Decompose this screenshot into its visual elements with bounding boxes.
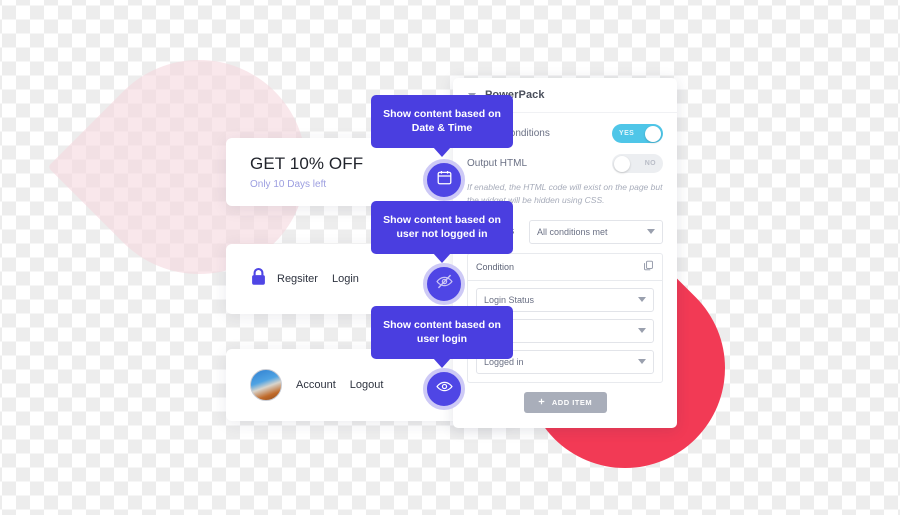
chevron-down-icon bbox=[638, 297, 646, 302]
chevron-down-icon bbox=[638, 359, 646, 364]
register-link[interactable]: Regsiter bbox=[277, 273, 318, 285]
copy-icon[interactable] bbox=[643, 260, 654, 273]
tooltip-line-2: Date & Time bbox=[411, 122, 473, 135]
conditions-match-value: All conditions met bbox=[537, 226, 608, 237]
tooltip-user-login: Show content based on user login bbox=[371, 306, 513, 368]
lock-icon bbox=[250, 267, 267, 291]
feature-badge-not-logged-in[interactable] bbox=[423, 263, 465, 305]
conditions-match-select[interactable]: All conditions met bbox=[529, 219, 663, 244]
stage: PowerPack Display Conditions YES Output … bbox=[0, 0, 900, 515]
output-html-row: Output HTML NO bbox=[467, 154, 663, 173]
calendar-icon bbox=[436, 169, 453, 191]
toggle-state-label: YES bbox=[619, 130, 635, 137]
condition-type-value: Login Status bbox=[484, 294, 535, 305]
panel-body: Display Conditions YES Output HTML NO If… bbox=[453, 113, 677, 413]
eye-icon bbox=[435, 377, 454, 401]
add-item-label: ADD ITEM bbox=[551, 397, 593, 407]
offer-subtitle: Only 10 Days left bbox=[250, 179, 327, 190]
tooltip-line-1: Show content based on bbox=[383, 319, 501, 331]
guest-links: Regsiter Login bbox=[277, 273, 359, 285]
tooltip-line-1: Show content based on bbox=[383, 108, 501, 120]
tooltip-date-time: Show content based on Date & Time bbox=[371, 95, 513, 157]
add-item-button[interactable]: ADD ITEM bbox=[523, 391, 607, 413]
output-html-label: Output HTML bbox=[467, 158, 528, 169]
plus-icon bbox=[538, 398, 545, 407]
tooltip-line-2: user not logged in bbox=[396, 228, 488, 241]
account-link[interactable]: Account bbox=[296, 379, 336, 391]
member-links: Account Logout bbox=[296, 379, 383, 391]
user-avatar bbox=[250, 369, 282, 401]
logout-link[interactable]: Logout bbox=[350, 379, 384, 391]
toggle-knob bbox=[645, 125, 661, 142]
chevron-down-icon bbox=[638, 328, 646, 333]
tooltip-line-1: Show content based on bbox=[383, 214, 501, 226]
offer-title: GET 10% OFF bbox=[250, 154, 364, 173]
login-link[interactable]: Login bbox=[332, 273, 359, 285]
toggle-state-label: NO bbox=[644, 160, 656, 167]
display-conditions-toggle[interactable]: YES bbox=[612, 124, 663, 143]
tooltip-line-2: user login bbox=[416, 333, 468, 346]
output-html-toggle[interactable]: NO bbox=[612, 154, 663, 173]
condition-group-title: Condition bbox=[476, 261, 515, 272]
tooltip-user-not-logged-in: Show content based on user not logged in bbox=[371, 201, 513, 263]
eye-slash-icon bbox=[435, 272, 454, 296]
condition-group-header: Condition bbox=[468, 254, 662, 281]
feature-badge-user-login[interactable] bbox=[423, 368, 465, 410]
feature-badge-date-time[interactable] bbox=[423, 159, 465, 201]
chevron-down-icon bbox=[647, 229, 655, 234]
toggle-knob bbox=[614, 155, 630, 172]
